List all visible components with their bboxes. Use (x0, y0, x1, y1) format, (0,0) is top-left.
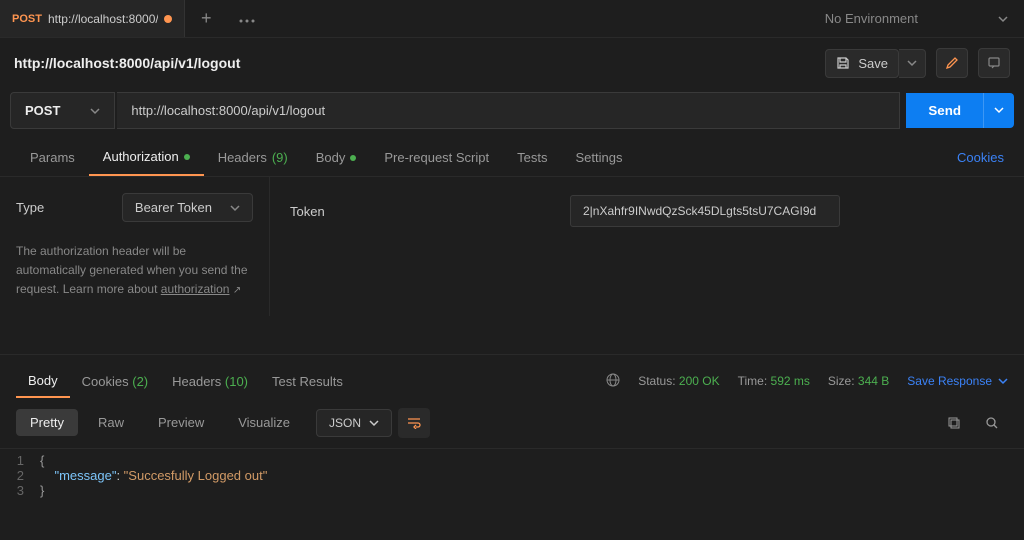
pencil-icon (945, 56, 959, 70)
size-value: 344 B (858, 374, 889, 388)
wrap-icon (406, 417, 422, 429)
time-value: 592 ms (771, 374, 810, 388)
tab-tests[interactable]: Tests (503, 140, 561, 175)
format-select[interactable]: JSON (316, 409, 392, 437)
tab-method-badge: POST (12, 13, 42, 25)
time-label: Time: (738, 374, 768, 388)
search-icon (985, 416, 999, 430)
auth-type-select[interactable]: Bearer Token (122, 193, 253, 222)
save-dropdown-button[interactable] (899, 49, 926, 78)
add-tab-button[interactable]: + (185, 8, 228, 29)
response-tab-tests[interactable]: Test Results (260, 366, 355, 397)
chevron-down-icon (998, 14, 1008, 24)
save-button[interactable]: Save (825, 49, 899, 78)
response-tab-body[interactable]: Body (16, 365, 70, 398)
view-visualize-button[interactable]: Visualize (224, 409, 304, 436)
response-tab-headers[interactable]: Headers (10) (160, 366, 260, 397)
comment-icon (987, 56, 1001, 70)
view-preview-button[interactable]: Preview (144, 409, 218, 436)
external-link-icon: ↗ (233, 285, 241, 296)
size-label: Size: (828, 374, 855, 388)
tab-prerequest[interactable]: Pre-request Script (370, 140, 503, 175)
tab-headers[interactable]: Headers (9) (204, 140, 302, 175)
tab-indicator-icon (184, 154, 190, 160)
edit-button[interactable] (936, 48, 968, 78)
globe-icon[interactable] (606, 373, 620, 390)
view-pretty-button[interactable]: Pretty (16, 409, 78, 436)
tab-authorization[interactable]: Authorization (89, 139, 204, 176)
save-label: Save (858, 56, 888, 71)
method-select[interactable]: POST (10, 92, 115, 129)
tab-params[interactable]: Params (16, 140, 89, 175)
request-tab[interactable]: POST http://localhost:8000/ (0, 0, 185, 37)
tab-overflow-button[interactable] (227, 11, 267, 26)
chevron-down-icon (90, 106, 100, 116)
method-value: POST (25, 103, 60, 118)
cookies-link[interactable]: Cookies (953, 140, 1008, 175)
save-response-button[interactable]: Save Response (907, 374, 1008, 388)
view-raw-button[interactable]: Raw (84, 409, 138, 436)
environment-label: No Environment (825, 11, 918, 26)
tab-title: http://localhost:8000/ (48, 12, 158, 26)
auth-type-label: Type (16, 200, 44, 215)
response-tab-cookies[interactable]: Cookies (2) (70, 366, 160, 397)
send-button[interactable]: Send (906, 93, 983, 128)
tab-body[interactable]: Body (302, 140, 371, 175)
search-button[interactable] (976, 408, 1008, 438)
wrap-lines-button[interactable] (398, 408, 430, 438)
status-label: Status: (638, 374, 675, 388)
environment-select[interactable]: No Environment (809, 0, 1024, 37)
response-body[interactable]: 1{ 2 "message": "Succesfully Logged out"… (0, 449, 1024, 502)
copy-button[interactable] (938, 408, 970, 438)
token-label: Token (290, 204, 550, 219)
chevron-down-icon (369, 418, 379, 428)
send-dropdown-button[interactable] (983, 93, 1014, 128)
url-input[interactable] (117, 92, 900, 129)
auth-description: The authorization header will be automat… (16, 242, 253, 300)
tab-indicator-icon (350, 155, 356, 161)
tab-settings[interactable]: Settings (561, 140, 636, 175)
copy-icon (947, 416, 961, 430)
status-value: 200 OK (679, 374, 720, 388)
auth-doc-link[interactable]: authorization (161, 282, 230, 296)
chevron-down-icon (994, 105, 1004, 115)
chevron-down-icon (998, 376, 1008, 386)
save-icon (836, 56, 850, 70)
token-input[interactable] (570, 195, 840, 227)
unsaved-indicator-icon (164, 15, 172, 23)
comment-button[interactable] (978, 48, 1010, 78)
chevron-down-icon (907, 58, 917, 68)
chevron-down-icon (230, 203, 240, 213)
request-breadcrumb: http://localhost:8000/api/v1/logout (14, 55, 240, 71)
